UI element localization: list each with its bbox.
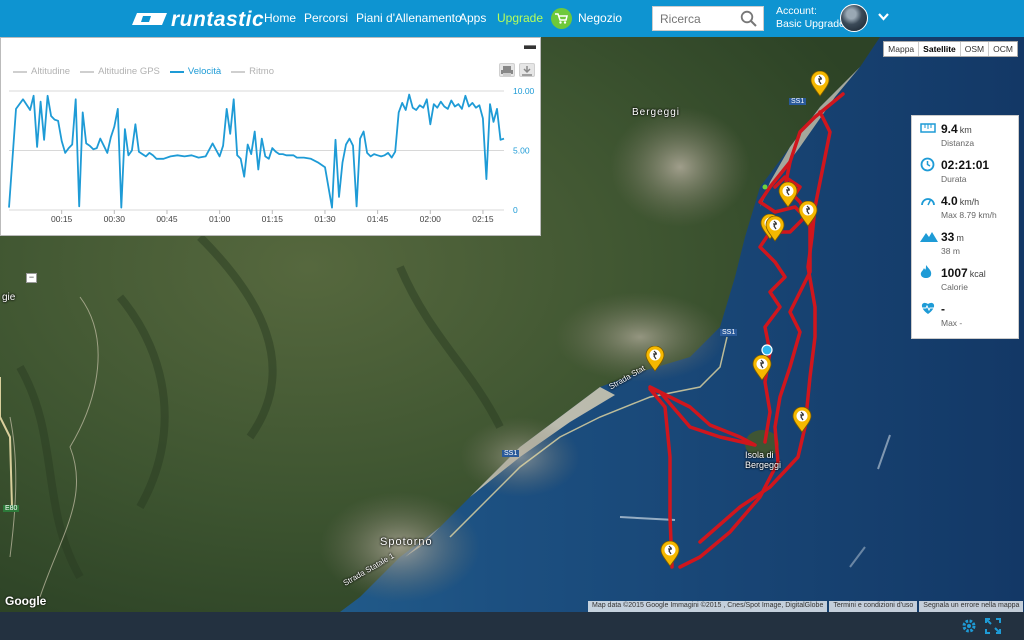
heart-rate-icon (920, 301, 936, 315)
chart-panel: ▬ Altitudine Altitudine GPS Velocità Rit… (0, 37, 541, 236)
chevron-down-icon[interactable] (877, 9, 890, 30)
km-marker-pin-icon[interactable] (752, 354, 772, 381)
runtastic-logo[interactable]: runtastic (131, 8, 264, 32)
map-type-selector: Mappa Satellite OSM OCM (883, 41, 1018, 57)
distance-value: 9.4 (941, 122, 958, 136)
stat-distance: 9.4 km Distanza (920, 120, 1018, 156)
report-error-link[interactable]: Segnala un errore nella mappa (919, 601, 1024, 612)
fullscreen-icon[interactable] (984, 617, 1002, 635)
duration-label: Durata (941, 174, 967, 184)
stat-heart-rate: - Max - (920, 300, 1018, 336)
km-marker-pin-icon[interactable] (645, 345, 665, 372)
km-marker-pin-icon[interactable] (660, 540, 680, 567)
account-label: Account: (776, 5, 817, 17)
gear-icon[interactable] (960, 617, 978, 635)
map-label-spotorno: Spotorno (380, 536, 433, 548)
elevation-unit: m (956, 233, 964, 243)
speedometer-icon (920, 193, 936, 207)
distance-label: Distanza (941, 138, 975, 148)
footer-bar (0, 612, 1024, 640)
nav-apps[interactable]: Apps (459, 11, 486, 25)
stat-calories: 1007 kcal Calorie (920, 264, 1018, 300)
road-shield-e80: E80 (3, 505, 20, 512)
brand-name: runtastic (171, 8, 265, 31)
terms-link[interactable]: Termini e condizioni d'uso (829, 601, 918, 612)
start-point-dot (762, 184, 768, 190)
speed-value: 4.0 (941, 194, 958, 208)
calories-label: Calorie (941, 282, 968, 292)
map-data-credit: Map data ©2015 Google Immagini ©2015 , C… (588, 601, 828, 612)
elevation-sub: 38 m (941, 246, 960, 256)
map-label-isola-line1: Isola di (745, 450, 774, 460)
x-tick-label: 02:00 (420, 214, 442, 224)
stat-duration: 02:21:01 Durata (920, 156, 1018, 192)
elevation-value: 33 (941, 230, 955, 244)
map-label-bergeggi: Bergeggi (632, 107, 681, 118)
x-tick-label: 01:00 (209, 214, 231, 224)
nav-shop[interactable]: Negozio (578, 11, 622, 25)
duration-value: 02:21:01 (941, 158, 990, 172)
search-icon[interactable] (740, 10, 757, 32)
km-marker-pin-icon[interactable] (765, 215, 785, 242)
x-tick-label: 02:15 (472, 214, 494, 224)
map-type-satellite[interactable]: Satellite (919, 42, 961, 56)
nav-home[interactable]: Home (264, 11, 296, 25)
flame-icon (920, 265, 936, 279)
km-marker-pin-icon[interactable] (778, 181, 798, 208)
map-label-partial: gie (2, 292, 16, 303)
clock-icon (920, 157, 936, 172)
account-info[interactable]: Account: Basic Upgrade (776, 5, 845, 31)
speed-unit: km/h (959, 197, 980, 207)
ruler-icon (920, 121, 936, 135)
y-tick-label: 10.00 (513, 86, 535, 96)
town-area-bergeggi (610, 107, 750, 227)
road-shield-ss1: SS1 (502, 450, 520, 457)
speed-max: Max 8.79 km/h (941, 210, 997, 220)
heart-rate-value: - (941, 302, 945, 316)
stat-speed: 4.0 km/h Max 8.79 km/h (920, 192, 1018, 228)
town-area (460, 417, 580, 497)
nav-routes[interactable]: Percorsi (304, 11, 348, 25)
speed-series-line (8, 93, 505, 209)
top-navigation-bar: runtastic Home Percorsi Piani d'Allename… (0, 0, 1024, 37)
runtastic-logo-mark-icon (131, 8, 167, 32)
google-logo: Google (5, 594, 47, 608)
activity-stats-panel: 9.4 km Distanza 02:21:01 Durata 4.0 km/h M… (911, 115, 1019, 339)
search-box (652, 6, 764, 31)
zoom-out-button[interactable]: − (26, 273, 37, 283)
y-tick-label: 0 (513, 205, 518, 215)
avatar[interactable] (840, 4, 868, 32)
calories-value: 1007 (941, 266, 968, 280)
x-tick-label: 00:15 (51, 214, 73, 224)
x-tick-label: 01:15 (262, 214, 284, 224)
y-tick-label: 5.00 (513, 146, 530, 156)
map-type-ocm[interactable]: OCM (989, 42, 1017, 56)
nav-upgrade[interactable]: Upgrade (497, 11, 543, 25)
x-tick-label: 00:30 (104, 214, 126, 224)
heart-rate-max: Max - (941, 318, 963, 328)
current-position-dot (761, 344, 773, 356)
map-label-isola-line2: Bergeggi (745, 460, 782, 470)
road-shield-ss1: SS1 (789, 98, 807, 105)
map-type-osm[interactable]: OSM (961, 42, 990, 56)
road-shield-ss1: SS1 (720, 329, 738, 336)
nav-training-plans[interactable]: Piani d'Allenamento (356, 11, 462, 25)
cart-icon[interactable] (551, 8, 572, 29)
mountain-icon (920, 229, 938, 243)
map-attribution: Map data ©2015 Google Immagini ©2015 , C… (588, 601, 1024, 612)
km-marker-pin-icon[interactable] (798, 200, 818, 227)
km-marker-pin-icon[interactable] (810, 70, 830, 97)
account-plan: Basic Upgrade (776, 18, 845, 30)
search-input[interactable] (653, 7, 733, 30)
stat-elevation: 33 m 38 m (920, 228, 1018, 264)
distance-unit: km (959, 125, 972, 135)
x-tick-label: 00:45 (156, 214, 178, 224)
map-type-mappa[interactable]: Mappa (884, 42, 920, 56)
x-tick-label: 01:30 (314, 214, 336, 224)
km-marker-pin-icon[interactable] (792, 406, 812, 433)
speed-chart[interactable]: 10.00 5.00 0 00:15 00:30 00:45 01:00 01:15 01:30… (1, 38, 542, 237)
calories-unit: kcal (969, 269, 986, 279)
x-tick-label: 01:45 (367, 214, 389, 224)
